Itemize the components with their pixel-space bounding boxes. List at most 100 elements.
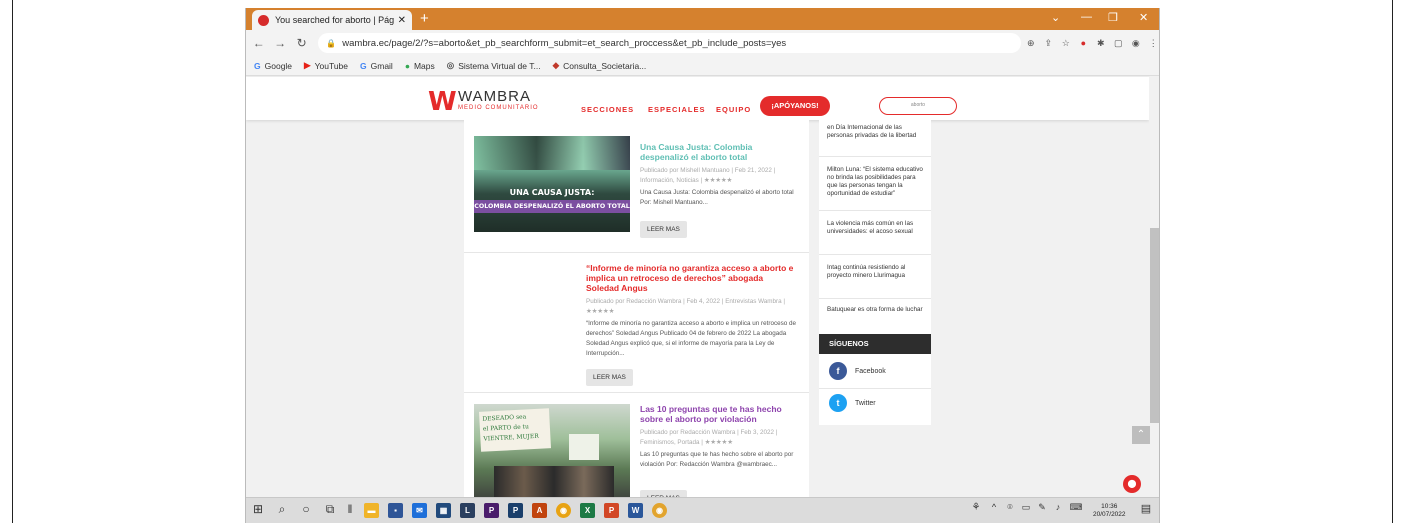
wambra-logo-icon[interactable]: W (428, 89, 457, 115)
network-icon[interactable]: ⚘ (968, 502, 984, 513)
search-results: UNA CAUSA JUSTA: COLOMBIA DESPENALIZÓ EL… (464, 120, 809, 523)
bookmark-sistema-virtual[interactable]: ◎ Sistema Virtual de T... (447, 60, 541, 71)
post-meta: Publicado por Redacción Wambra | Feb 4, … (586, 298, 786, 315)
post-meta: Publicado por Mishell Mantuano | Feb 21,… (640, 167, 776, 184)
photoshop-icon[interactable]: P (508, 503, 523, 518)
word-icon[interactable]: W (628, 503, 643, 518)
restore-icon[interactable]: ❐ (1108, 11, 1118, 24)
thumbnail-caption: COLOMBIA DESPENALIZÓ EL ABORTO TOTAL (474, 200, 630, 213)
maps-pin-icon: ● (404, 60, 410, 71)
bookmark-gmail[interactable]: G Gmail (360, 61, 393, 71)
windows-start-icon[interactable]: ⊞ (250, 502, 266, 516)
notifications-icon[interactable]: ▤ (1138, 502, 1154, 515)
thumbnail-caption: el PARTO de tu VIENTRE, MUJER (482, 423, 539, 443)
zoom-icon[interactable]: ⊕ (1023, 38, 1039, 49)
extensions-puzzle-icon[interactable]: ✱ (1093, 38, 1109, 49)
result-post: “Informe de minoría no garantiza acceso … (464, 253, 809, 393)
battery-icon[interactable]: ▭ (1018, 502, 1034, 513)
bookmark-youtube[interactable]: ▶ YouTube (304, 60, 348, 71)
task-view-icon[interactable]: ⧉ (322, 502, 338, 517)
twitter-link[interactable]: t Twitter (829, 394, 876, 412)
wifi-icon[interactable]: ⌾ (1002, 502, 1018, 513)
post-excerpt: “Informe de minoría no garantiza acceso … (586, 320, 797, 357)
chrome-icon[interactable]: ◉ (556, 503, 571, 518)
sidebar-post-link[interactable]: en Día Internacional de las personas pri… (827, 124, 927, 140)
keyboard-icon[interactable]: ⌨ (1068, 502, 1084, 513)
result-post: UNA CAUSA JUSTA: COLOMBIA DESPENALIZÓ EL… (464, 120, 809, 253)
chevron-down-icon[interactable]: ⌄ (1051, 11, 1060, 24)
chrome-active-icon[interactable]: ◉ (652, 503, 667, 518)
site-search-input[interactable]: aborto (879, 97, 957, 115)
browser-tab[interactable]: You searched for aborto | Página ✕ (252, 10, 412, 30)
browser-window: You searched for aborto | Página ✕ + ⌄ —… (245, 8, 1160, 523)
youtube-icon: ▶ (304, 60, 311, 70)
logo-name: WAMBRA (458, 88, 531, 105)
mail-icon[interactable]: ✉ (412, 503, 427, 518)
sidebar-post-link[interactable]: Milton Luna: “El sistema educativo no br… (827, 166, 927, 198)
tab-strip: You searched for aborto | Página ✕ + ⌄ —… (246, 8, 1159, 30)
nav-secciones[interactable]: SECCIONES (581, 105, 634, 114)
donate-button[interactable]: ¡APÓYANOS! (760, 96, 830, 116)
forward-icon[interactable]: → (271, 36, 288, 50)
nav-equipo[interactable]: EQUIPO (716, 105, 751, 114)
post-thumbnail[interactable]: UNA CAUSA JUSTA: COLOMBIA DESPENALIZÓ EL… (474, 136, 630, 232)
share-icon[interactable]: ⇪ (1041, 38, 1057, 49)
thumbnail-caption: UNA CAUSA JUSTA: (509, 188, 595, 197)
taskbar-clock[interactable]: 10:36 20/07/2022 (1093, 503, 1126, 519)
side-panel-icon[interactable]: ▢ (1111, 38, 1127, 49)
tab-title: You searched for aborto | Página (275, 15, 394, 25)
new-tab-button[interactable]: + (420, 11, 429, 26)
floating-action-button[interactable]: ⬤ (1123, 475, 1141, 493)
illustrator-icon[interactable]: A (532, 503, 547, 518)
premiere-icon[interactable]: P (484, 503, 499, 518)
sidebar-post-link[interactable]: Batuquear es otra forma de luchar (827, 306, 927, 314)
calculator-icon[interactable]: ▦ (436, 503, 451, 518)
bookmark-star-icon[interactable]: ☆ (1058, 38, 1074, 49)
volume-icon[interactable]: ♪ (1050, 502, 1066, 512)
extension-icon[interactable]: ● (1076, 38, 1092, 48)
lightroom-icon[interactable]: L (460, 503, 475, 518)
facebook-link[interactable]: f Facebook (829, 362, 886, 380)
kebab-menu-icon[interactable]: ⋮ (1146, 38, 1159, 49)
minimize-icon[interactable]: — (1081, 11, 1092, 23)
bookmark-google[interactable]: G Google (254, 61, 292, 71)
site-logo[interactable]: WAMBRA MEDIO COMUNITARIO (458, 88, 539, 112)
scroll-to-top-button[interactable]: ⌃ (1132, 426, 1150, 444)
gmail-icon: G (360, 60, 367, 71)
read-more-button[interactable]: LEER MAS (586, 369, 633, 386)
post-thumbnail[interactable]: DESEADO sea el PARTO de tu VIENTRE, MUJE… (474, 404, 630, 504)
facebook-icon: f (829, 362, 847, 380)
cortana-icon[interactable]: ○ (298, 502, 314, 516)
bookmark-consulta-societaria[interactable]: ◆ Consulta_Societaria... (553, 60, 647, 71)
address-bar[interactable]: 🔒 wambra.ec/page/2/?s=aborto&et_pb_searc… (318, 33, 1022, 53)
bookmark-maps[interactable]: ● Maps (405, 61, 435, 71)
store-icon[interactable]: ▪ (388, 503, 403, 518)
pen-icon[interactable]: ✎ (1034, 502, 1050, 513)
back-icon[interactable]: ← (250, 36, 267, 50)
excel-icon[interactable]: X (580, 503, 595, 518)
google-icon: G (254, 60, 261, 71)
scrollbar-thumb[interactable] (1150, 228, 1159, 423)
close-window-icon[interactable]: ✕ (1139, 11, 1148, 24)
search-icon[interactable]: ⌕ (274, 502, 290, 517)
sidebar-post-link[interactable]: La violencia más común en las universida… (827, 220, 927, 236)
post-excerpt: Las 10 preguntas que te has hecho sobre … (640, 451, 794, 468)
file-explorer-icon[interactable]: ▬ (364, 503, 379, 518)
post-title[interactable]: “Informe de minoría no garantiza acceso … (586, 263, 798, 293)
diamond-icon: ◆ (552, 60, 560, 70)
read-more-button[interactable]: LEER MAS (640, 221, 687, 238)
sidebar-post-link[interactable]: Intag continúa resistiendo al proyecto m… (827, 264, 927, 280)
chevron-up-icon[interactable]: ^ (986, 502, 1002, 512)
post-title[interactable]: Una Causa Justa: Colombia despenalizó el… (640, 142, 800, 162)
profile-avatar-icon[interactable]: ◉ (1128, 38, 1144, 49)
reload-icon[interactable]: ↻ (293, 36, 310, 50)
taskbar-divider-icon: ‖ (347, 502, 353, 516)
nav-especiales[interactable]: ESPECIALES (648, 105, 706, 114)
windows-taskbar: ⊞ ⌕ ○ ⧉ ‖ ▬ ▪ ✉ ▦ L P P A ◉ X P W ◉ ⚘ ^ … (246, 497, 1159, 523)
powerpoint-icon[interactable]: P (604, 503, 619, 518)
tab-close-icon[interactable]: ✕ (398, 15, 406, 26)
post-meta: Publicado por Redacción Wambra | Feb 3, … (640, 429, 778, 446)
bookmarks-bar: G Google ▶ YouTube G Gmail ● Maps ◎ Sistema V… (246, 56, 1159, 76)
globe-icon: ◎ (446, 60, 455, 70)
post-title[interactable]: Las 10 preguntas que te has hecho sobre … (640, 404, 800, 424)
